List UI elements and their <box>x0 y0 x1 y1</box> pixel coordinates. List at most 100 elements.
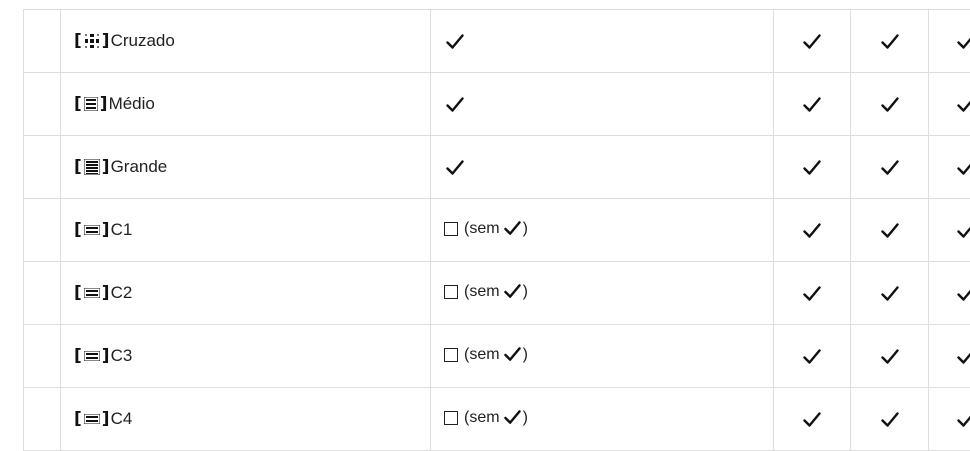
availability-cell-b <box>851 388 929 451</box>
table-row: [ <box>24 10 970 73</box>
availability-cell-b <box>851 262 929 325</box>
spacer-cell <box>24 388 61 451</box>
main-availability-cell: (sem ) <box>431 199 774 262</box>
note-text: (sem <box>464 346 500 364</box>
availability-cell-b <box>851 73 929 136</box>
availability-cell-b <box>851 199 929 262</box>
document-page: [ <box>0 0 970 443</box>
spacer-cell <box>24 73 61 136</box>
checkmark-icon <box>803 286 821 302</box>
mode-name-cell: [ ] Grande <box>61 136 431 199</box>
checkmark-icon <box>446 160 464 176</box>
af-target-mode-table: [ <box>23 9 970 451</box>
bracket-close: ] <box>102 33 110 50</box>
checkmark-icon <box>803 412 821 428</box>
checkmark-icon <box>957 286 970 302</box>
table-row: [ ] C1 <box>24 199 970 262</box>
availability-cell-c <box>929 199 970 262</box>
table-row: [ ] C3 <box>24 325 970 388</box>
mode-label: Médio <box>109 94 155 114</box>
bracket-open: [ <box>74 96 82 113</box>
availability-cell-c <box>929 262 970 325</box>
mode-label: Grande <box>111 157 168 177</box>
mode-label: C2 <box>111 283 133 303</box>
table-row: [ ] C4 <box>24 388 970 451</box>
main-availability-cell: (sem ) <box>431 325 774 388</box>
checkmark-icon <box>803 34 821 50</box>
main-availability-cell <box>431 73 774 136</box>
mode-name-cell: [ ] C3 <box>61 325 431 388</box>
checkmark-icon <box>504 347 521 362</box>
availability-cell-c <box>929 73 970 136</box>
checkmark-icon <box>803 97 821 113</box>
custom-grid-icon <box>84 351 100 361</box>
checkmark-icon <box>446 34 464 50</box>
checkmark-icon <box>957 160 970 176</box>
spacer-cell <box>24 136 61 199</box>
bracket-close: ] <box>102 285 110 302</box>
checkmark-icon <box>803 223 821 239</box>
mode-name-cell: [ ] C2 <box>61 262 431 325</box>
checkmark-icon <box>957 349 970 365</box>
availability-cell-c <box>929 388 970 451</box>
bracket-close: ] <box>102 348 110 365</box>
bracket-open: [ <box>74 33 82 50</box>
custom-grid-icon <box>84 288 100 298</box>
mode-name-cell: [ <box>61 10 431 73</box>
checkmark-icon <box>957 223 970 239</box>
checkmark-icon <box>881 286 899 302</box>
checkmark-icon <box>504 221 521 236</box>
main-availability-cell: (sem ) <box>431 388 774 451</box>
main-availability-cell: (sem ) <box>431 262 774 325</box>
checkmark-icon <box>881 97 899 113</box>
bracket-open: [ <box>74 285 82 302</box>
checkmark-icon <box>881 223 899 239</box>
availability-cell-a <box>774 10 851 73</box>
checkmark-icon <box>446 97 464 113</box>
availability-cell-b <box>851 136 929 199</box>
spacer-cell <box>24 325 61 388</box>
table-row: [ ] Médio <box>24 73 970 136</box>
cross-pattern-icon <box>84 33 100 49</box>
availability-cell-a <box>774 73 851 136</box>
availability-cell-b <box>851 325 929 388</box>
note-paren-close: ) <box>523 283 528 301</box>
availability-cell-b <box>851 10 929 73</box>
availability-cell-a <box>774 388 851 451</box>
checkmark-icon <box>881 34 899 50</box>
custom-grid-icon <box>84 225 100 235</box>
availability-cell-c <box>929 10 970 73</box>
mode-label: C4 <box>111 409 133 429</box>
checkmark-icon <box>803 349 821 365</box>
note-paren-close: ) <box>523 220 528 238</box>
bracket-open: [ <box>74 411 82 428</box>
empty-checkbox-icon <box>444 222 458 236</box>
checkmark-icon <box>504 284 521 299</box>
note-text: (sem <box>464 220 500 238</box>
spacer-cell <box>24 10 61 73</box>
spacer-cell <box>24 262 61 325</box>
checkmark-icon <box>881 160 899 176</box>
availability-cell-a <box>774 325 851 388</box>
bracket-close: ] <box>102 411 110 428</box>
mode-name-cell: [ ] Médio <box>61 73 431 136</box>
table-row: [ ] Grande <box>24 136 970 199</box>
bracket-close: ] <box>102 222 110 239</box>
mode-label: C1 <box>111 220 133 240</box>
note-paren-close: ) <box>523 409 528 427</box>
large-grid-icon <box>84 159 100 175</box>
main-availability-cell <box>431 136 774 199</box>
mode-name-cell: [ ] C1 <box>61 199 431 262</box>
bracket-close: ] <box>102 159 110 176</box>
mode-name-cell: [ ] C4 <box>61 388 431 451</box>
bracket-open: [ <box>74 222 82 239</box>
bracket-open: [ <box>74 159 82 176</box>
mode-label: Cruzado <box>111 31 175 51</box>
note-text: (sem <box>464 283 500 301</box>
checkmark-icon <box>881 412 899 428</box>
bracket-open: [ <box>74 348 82 365</box>
availability-cell-a <box>774 136 851 199</box>
checkmark-icon <box>957 97 970 113</box>
checkmark-icon <box>803 160 821 176</box>
availability-cell-a <box>774 199 851 262</box>
